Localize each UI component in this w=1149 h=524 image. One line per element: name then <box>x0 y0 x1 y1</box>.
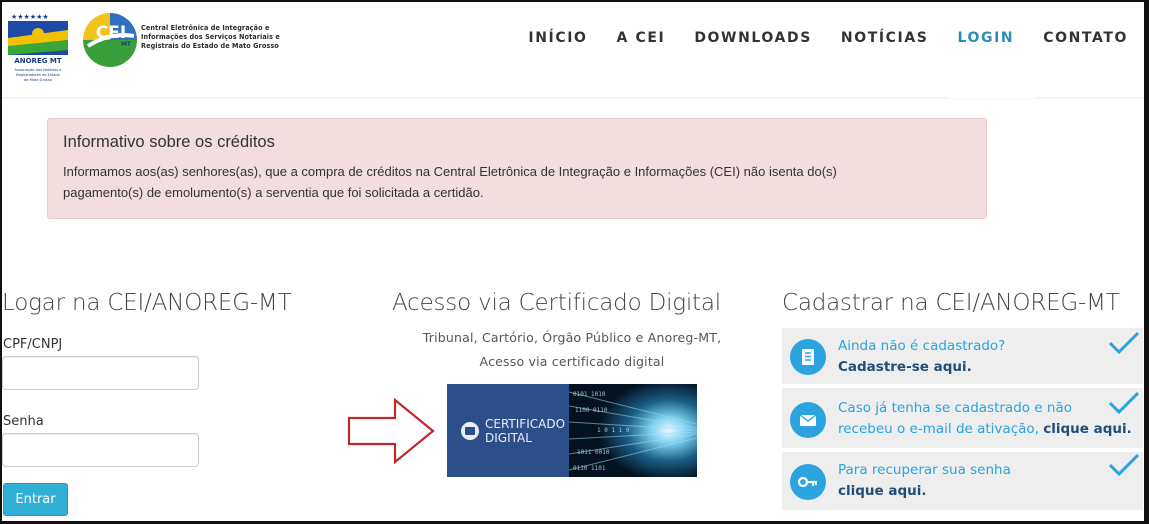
svg-text:1011 0010: 1011 0010 <box>577 449 610 456</box>
password-input[interactable] <box>2 433 199 467</box>
svg-text:0101 1010: 0101 1010 <box>573 391 606 398</box>
cei-logo-caption-line: Registrais do Estado de Mato Grosso <box>141 41 279 50</box>
site-header: ★★★★★★ ANOREG MT Associação dos Notários… <box>2 2 1144 98</box>
digital-certificate-banner[interactable]: 0101 1010 1100 0110 1011 0010 0110 1101 … <box>447 384 697 477</box>
nav-contato[interactable]: CONTATO <box>1043 30 1128 46</box>
certificate-title: Acesso via Certificado Digital <box>392 290 721 316</box>
check-icon <box>1108 453 1140 477</box>
cpf-label: CPF/CNPJ <box>3 337 63 352</box>
signup-link[interactable]: Cadastre-se aqui. <box>838 359 972 375</box>
register-item-signup[interactable]: Ainda não é cadastrado? Cadastre-se aqui… <box>782 328 1143 386</box>
svg-text:★★★★★★: ★★★★★★ <box>11 13 49 21</box>
nav-inicio[interactable]: INÍCIO <box>528 30 587 46</box>
password-label: Senha <box>3 414 44 429</box>
main-nav: INÍCIO A CEI DOWNLOADS NOTÍCIAS LOGIN CO… <box>499 30 1128 46</box>
form-icon <box>790 339 826 375</box>
login-title: Logar na CEI/ANOREG-MT <box>2 290 292 316</box>
nav-active-indicator <box>948 96 1036 98</box>
svg-text:Associação dos Notários e: Associação dos Notários e <box>15 68 63 72</box>
svg-text:de Mato Grosso: de Mato Grosso <box>24 78 52 82</box>
register-item-line2: recebeu o e-mail de ativação, <box>838 421 1044 437</box>
svg-text:1 0 1 1 0: 1 0 1 1 0 <box>597 427 630 434</box>
register-item-line1: Para recuperar sua senha <box>838 462 1011 478</box>
nav-noticias[interactable]: NOTÍCIAS <box>841 30 929 46</box>
cei-logo[interactable]: CEI MT <box>82 12 138 68</box>
cei-logo-caption-line: Central Eletrônica de Integração e <box>141 23 270 32</box>
svg-text:DIGITAL: DIGITAL <box>485 431 532 445</box>
check-icon <box>1108 391 1140 415</box>
svg-text:MT: MT <box>121 41 132 48</box>
certificate-subtitle-line2: Acesso via certificado digital <box>479 354 665 369</box>
cei-logo-caption-line: Informações dos Serviços Notariais e <box>141 32 280 41</box>
register-item-resend-activation[interactable]: Caso já tenha se cadastrado e não recebe… <box>782 388 1143 450</box>
anoreg-logo[interactable]: ★★★★★★ ANOREG MT Associação dos Notários… <box>6 10 70 96</box>
alert-body-line: Informamos aos(as) senhores(as), que a c… <box>63 164 837 179</box>
register-title: Cadastrar na CEI/ANOREG-MT <box>782 290 1120 316</box>
nav-a-cei[interactable]: A CEI <box>617 30 666 46</box>
cei-logo-caption: Central Eletrônica de Integração e Infor… <box>141 23 291 50</box>
key-icon <box>790 464 826 500</box>
recover-password-link[interactable]: clique aqui. <box>838 483 927 499</box>
svg-text:CEI: CEI <box>96 23 126 43</box>
svg-text:1100 0110: 1100 0110 <box>575 407 608 414</box>
alert-body: Informamos aos(as) senhores(as), que a c… <box>63 161 971 203</box>
alert-title: Informativo sobre os créditos <box>63 133 275 151</box>
certificate-subtitle-line1: Tribunal, Cartório, Órgão Público e Anor… <box>422 330 722 345</box>
register-item-line1: Ainda não é cadastrado? <box>838 338 1006 354</box>
alert-body-line: pagamento(s) de emolumento(s) a serventi… <box>63 185 484 200</box>
register-item-text: Ainda não é cadastrado? Cadastre-se aqui… <box>838 336 1005 378</box>
svg-text:CERTIFICADO: CERTIFICADO <box>485 417 565 431</box>
envelope-icon <box>790 402 826 438</box>
nav-downloads[interactable]: DOWNLOADS <box>694 30 812 46</box>
check-icon <box>1108 331 1140 355</box>
resend-activation-link[interactable]: clique aqui. <box>1043 421 1132 437</box>
right-arrow-icon <box>347 398 435 464</box>
svg-text:Registradores do Estado: Registradores do Estado <box>16 73 60 77</box>
svg-text:0110 1101: 0110 1101 <box>573 465 606 472</box>
register-item-text: Caso já tenha se cadastrado e não recebe… <box>838 398 1132 440</box>
svg-text:ANOREG MT: ANOREG MT <box>14 57 62 65</box>
register-item-recover-password[interactable]: Para recuperar sua senha clique aqui. <box>782 452 1143 512</box>
register-item-text: Para recuperar sua senha clique aqui. <box>838 460 1011 502</box>
register-item-line1: Caso já tenha se cadastrado e não <box>838 400 1072 416</box>
nav-login[interactable]: LOGIN <box>957 30 1014 46</box>
cpf-input[interactable] <box>2 356 199 390</box>
login-submit-button[interactable]: Entrar <box>3 483 68 516</box>
credits-info-alert: Informativo sobre os créditos Informamos… <box>47 118 987 219</box>
